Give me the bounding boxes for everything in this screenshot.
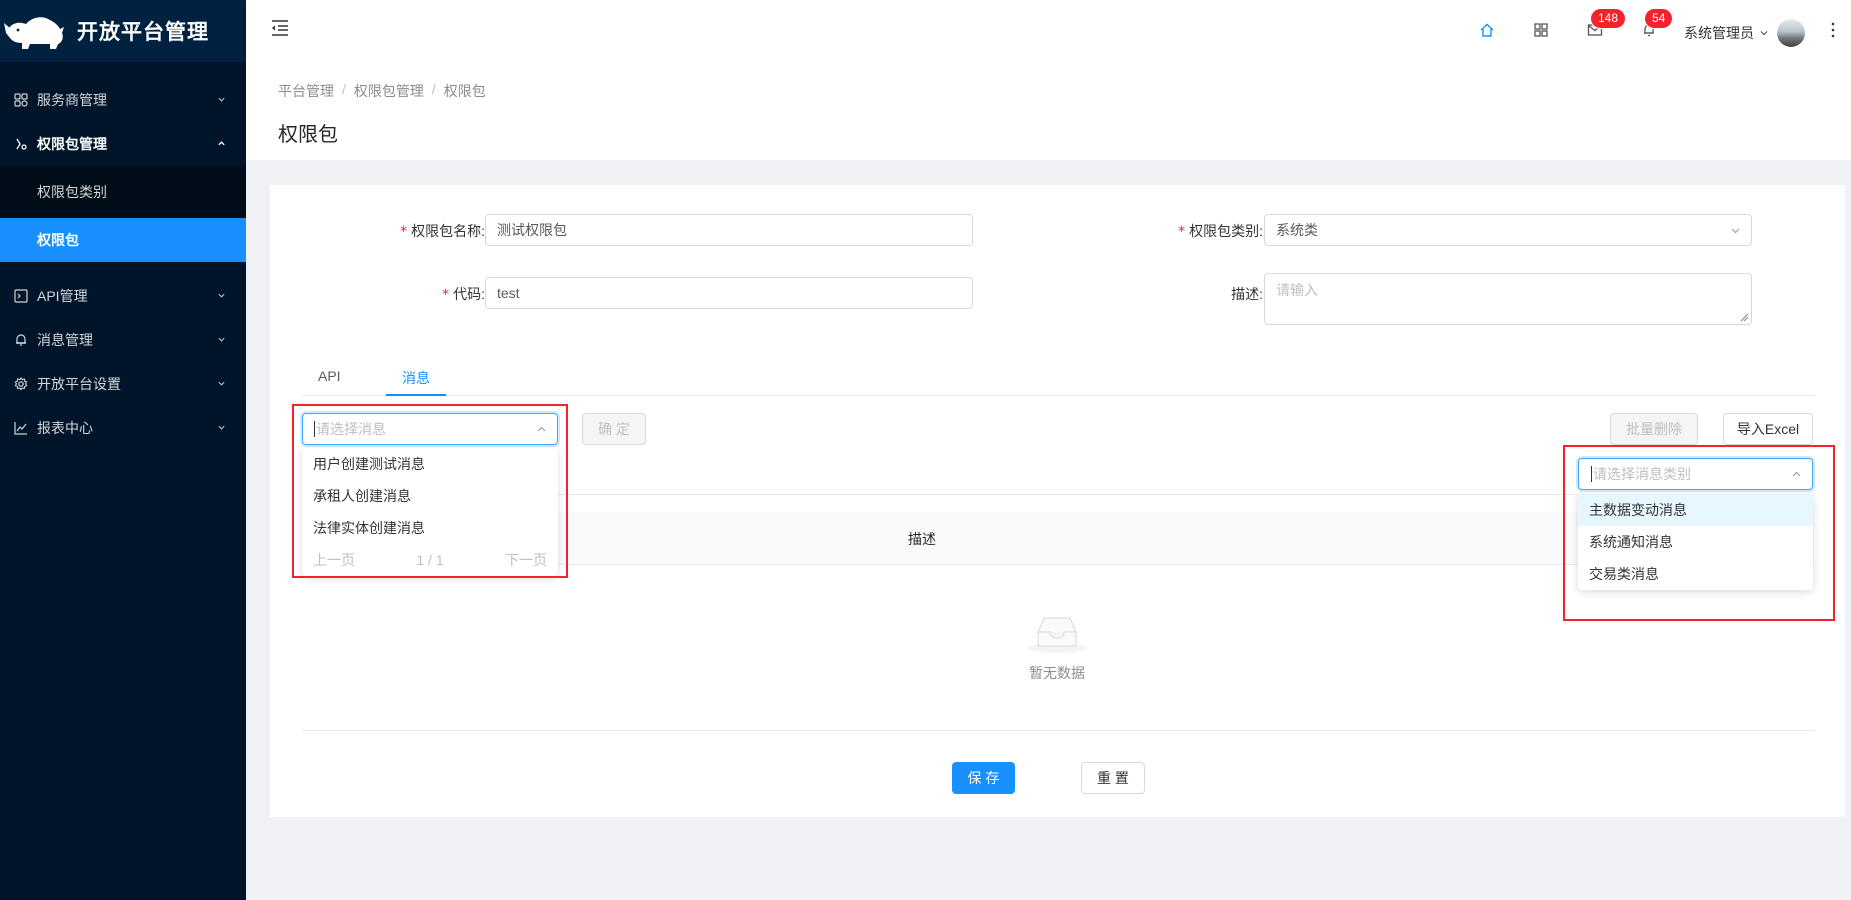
table-bottom-divider — [302, 730, 1814, 731]
resize-grip-icon[interactable] — [1740, 313, 1749, 322]
required-mark: * — [1178, 224, 1186, 240]
breadcrumb-separator: / — [431, 81, 436, 97]
breadcrumb-item[interactable]: 权限包管理 — [354, 81, 424, 101]
reset-button[interactable]: 重 置 — [1081, 762, 1145, 794]
batch-delete-button[interactable]: 批量删除 — [1610, 413, 1698, 445]
breadcrumb-separator: / — [342, 81, 346, 97]
bell-icon — [16, 334, 26, 346]
chevron-down-icon — [1731, 228, 1740, 234]
user-menu[interactable]: 系统管理员 — [1684, 19, 1805, 47]
code-icon — [14, 289, 28, 303]
breadcrumb: 平台管理 / 权限包管理 / 权限包 — [278, 81, 486, 101]
description-label: 描述: — [1231, 286, 1263, 302]
mail-badge: 148 — [1591, 9, 1626, 28]
sidebar-item-label: 开放平台设置 — [37, 376, 121, 392]
highlight-box — [292, 404, 568, 578]
label-text: 权限包类别: — [1189, 223, 1263, 239]
rhino-logo-icon — [4, 17, 64, 49]
empty-text: 暂无数据 — [1029, 665, 1085, 681]
menu-fold-icon[interactable] — [270, 19, 290, 37]
line-chart-icon — [14, 422, 27, 435]
chevron-up-icon — [218, 141, 225, 146]
highlight-box — [1563, 445, 1835, 621]
tab-api[interactable]: API — [318, 368, 341, 384]
sidebar-item-settings[interactable]: 开放平台设置 — [0, 362, 246, 406]
sidebar-item-label: API管理 — [37, 288, 88, 304]
sidebar-item-provider[interactable]: 服务商管理 — [0, 78, 246, 122]
tab-bar: API 消息 — [302, 350, 1814, 396]
setting-icon — [14, 377, 28, 391]
sidebar-item-label: 消息管理 — [37, 332, 93, 348]
sidebar-item-label: 报表中心 — [37, 420, 93, 436]
username: 系统管理员 — [1684, 25, 1754, 41]
required-mark: * — [400, 224, 408, 240]
tab-ink-bar — [386, 394, 446, 396]
label-text: 权限包名称: — [411, 223, 485, 239]
avatar[interactable] — [1777, 19, 1805, 47]
package-category-select[interactable]: 系统类 — [1264, 214, 1752, 246]
page-title: 权限包 — [278, 124, 338, 146]
sidebar-item-report[interactable]: 报表中心 — [0, 406, 246, 450]
sidebar-item-label: 权限包管理 — [37, 136, 107, 152]
package-name-label: * 权限包名称: — [385, 221, 485, 241]
side-menu-rest: API管理 消息管理 开放平台设置 报表中心 — [0, 266, 246, 450]
sidebar-item-permission-package[interactable]: 权限包管理 — [0, 122, 246, 166]
home-icon[interactable] — [1479, 22, 1495, 38]
more-vertical-icon[interactable] — [1831, 22, 1835, 38]
sidebar-item-api[interactable]: API管理 — [0, 274, 246, 318]
select-value: 系统类 — [1276, 222, 1318, 238]
breadcrumb-item[interactable]: 平台管理 — [278, 81, 334, 101]
code-label: * 代码: — [385, 284, 485, 304]
chevron-down-icon — [218, 337, 225, 342]
confirm-button[interactable]: 确 定 — [582, 413, 646, 445]
sidebar-item-label: 服务商管理 — [37, 92, 107, 108]
sidebar-subitem-package[interactable]: 权限包 — [0, 218, 246, 262]
empty-inbox-icon — [1027, 617, 1087, 653]
logo[interactable]: 开放平台管理 — [0, 0, 246, 62]
top-header: 148 54 系统管理员 — [246, 0, 1851, 62]
description-textarea[interactable]: 请输入 — [1264, 273, 1752, 325]
column-header-description: 描述 — [908, 531, 936, 547]
import-excel-button[interactable]: 导入Excel — [1723, 413, 1813, 445]
textarea-placeholder: 请输入 — [1276, 282, 1318, 298]
package-name-input[interactable]: 测试权限包 — [485, 214, 973, 246]
sidebar-subitem-category[interactable]: 权限包类别 — [0, 170, 246, 214]
code-input[interactable]: test — [485, 277, 973, 309]
sidebar-submenu: 权限包类别 权限包 — [0, 166, 246, 262]
required-mark: * — [442, 287, 450, 303]
bell-badge: 54 — [1645, 9, 1673, 28]
chevron-down-icon — [218, 97, 225, 102]
sidebar: 开放平台管理 服务商管理 权限包管理 权限包类别 权限包 API管理 消息管理 — [0, 0, 246, 900]
apps-icon[interactable] — [1533, 22, 1549, 38]
label-text: 代码: — [453, 286, 485, 302]
app-title: 开放平台管理 — [77, 21, 209, 44]
chevron-down-icon — [218, 381, 225, 386]
side-menu: 服务商管理 权限包管理 — [0, 62, 246, 166]
page-header: 平台管理 / 权限包管理 / 权限包 权限包 — [246, 62, 1851, 160]
sidebar-item-message[interactable]: 消息管理 — [0, 318, 246, 362]
chevron-down-icon — [218, 293, 225, 298]
tab-message[interactable]: 消息 — [402, 368, 430, 388]
chevron-down-icon — [218, 425, 225, 430]
chevron-down-icon — [1760, 31, 1768, 36]
api-icon — [16, 138, 27, 150]
cluster-icon — [14, 93, 28, 107]
save-button[interactable]: 保 存 — [952, 762, 1015, 794]
package-category-label: * 权限包类别: — [1163, 221, 1263, 241]
breadcrumb-item: 权限包 — [443, 83, 486, 99]
